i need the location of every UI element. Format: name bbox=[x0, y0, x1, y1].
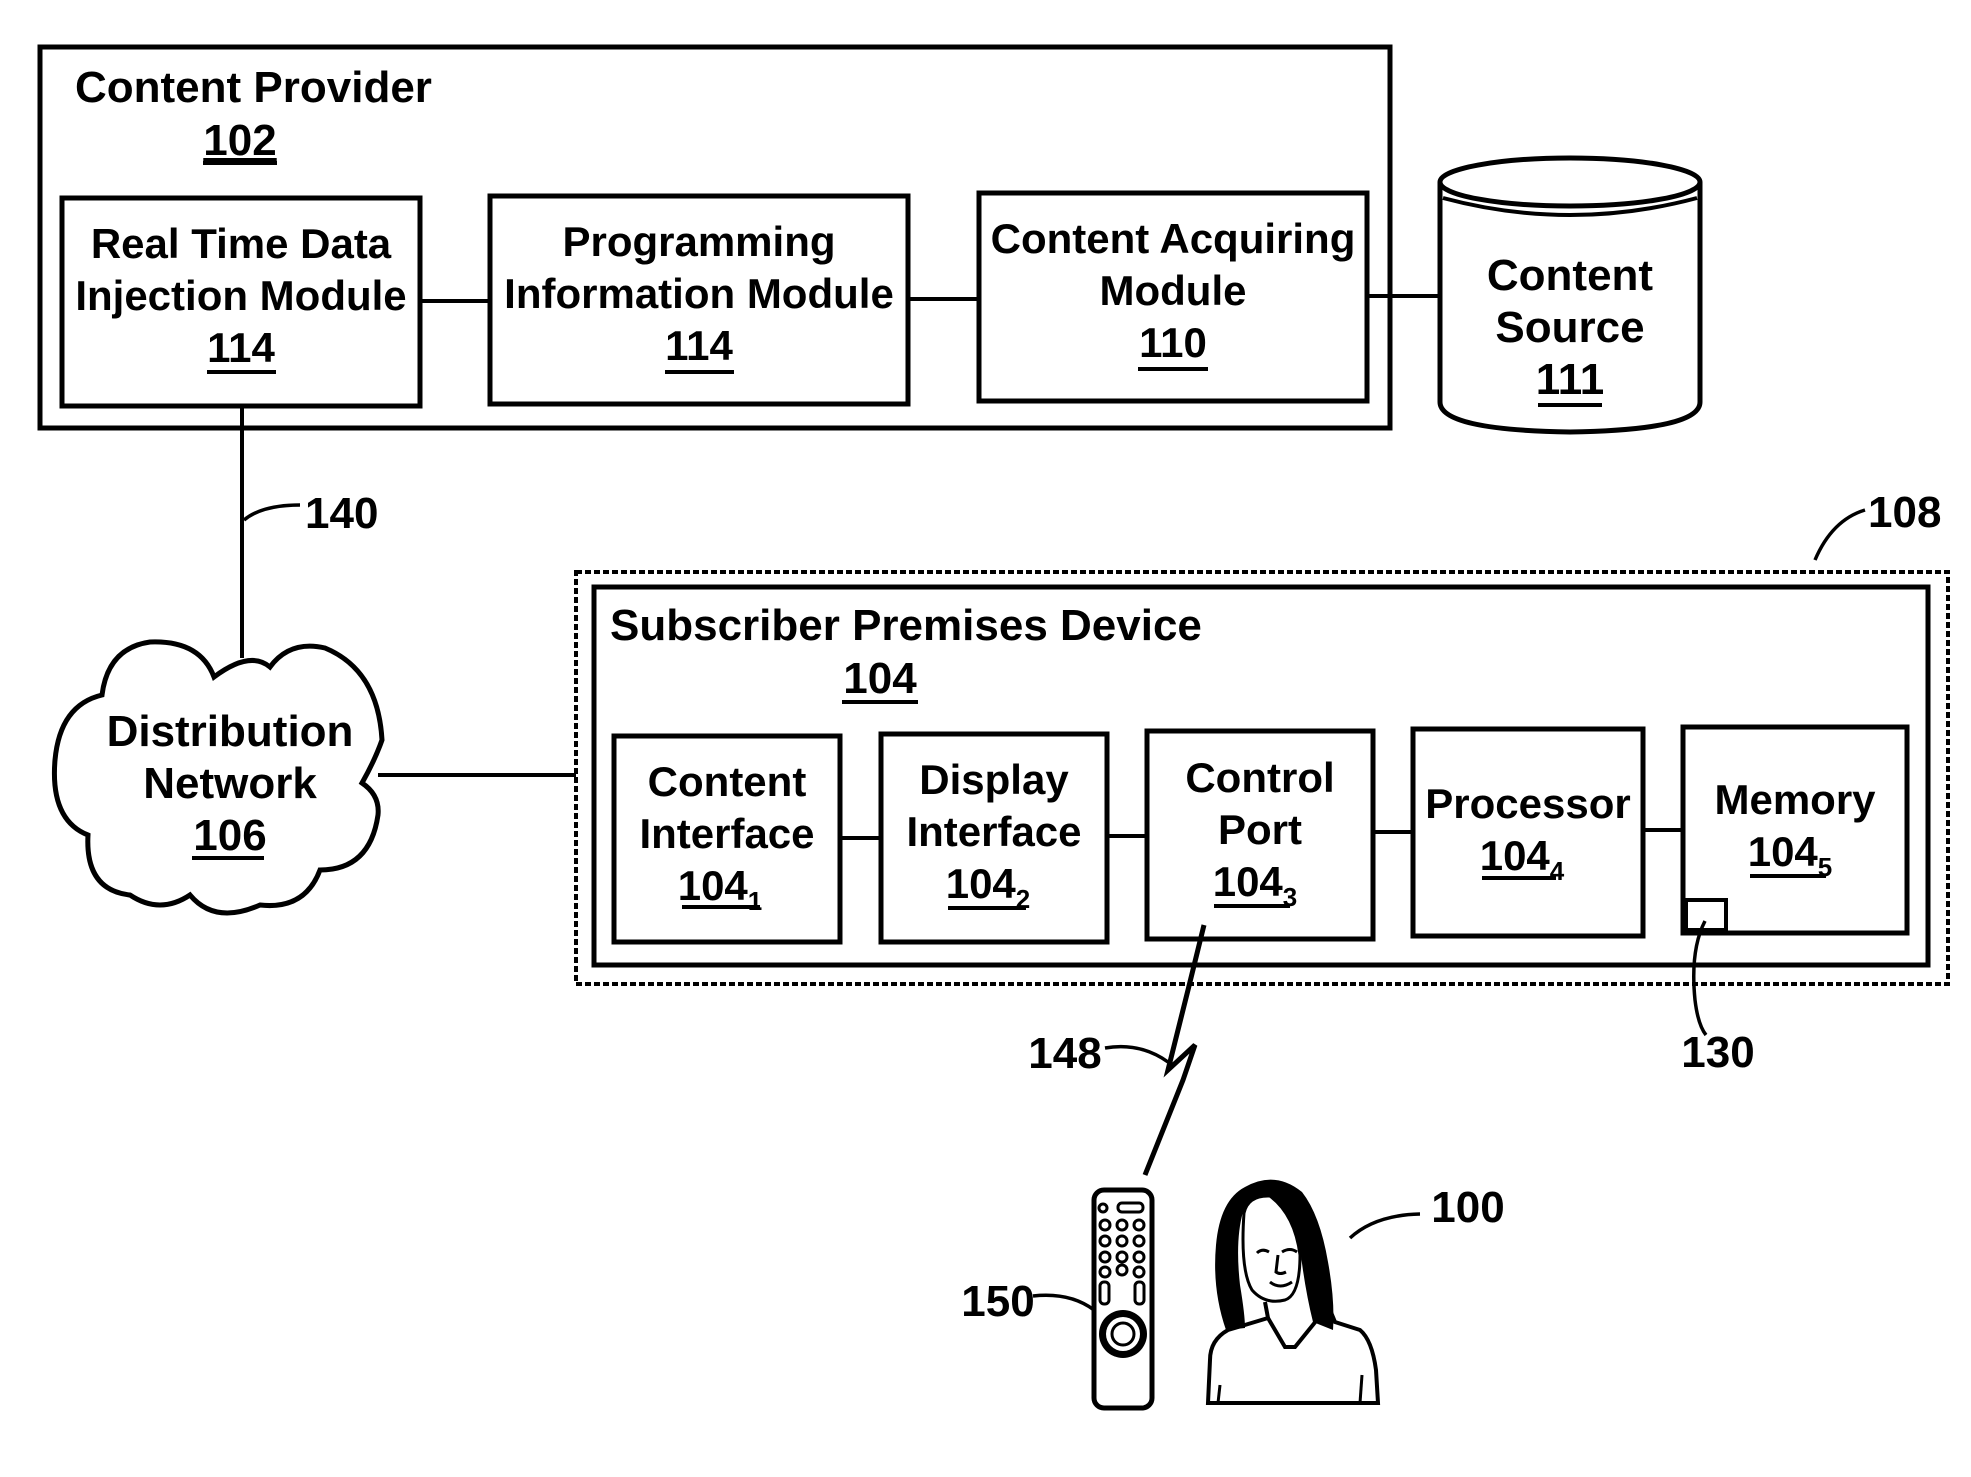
module-label-line2: Module bbox=[1100, 267, 1247, 314]
group-108-leader bbox=[1813, 508, 1866, 561]
content-source-label-line1: Content bbox=[1487, 251, 1654, 300]
component-label-line1: Processor bbox=[1425, 780, 1630, 827]
component-ref-number: 104 bbox=[946, 860, 1017, 907]
component-label-line1: Display bbox=[919, 756, 1069, 803]
subscriber-device-title: Subscriber Premises Device bbox=[610, 601, 1202, 650]
component-control-port: Control Port 1043 bbox=[1144, 728, 1376, 942]
component-label-line2: Interface bbox=[639, 810, 814, 857]
module-ref: 114 bbox=[207, 324, 275, 371]
person-arm-left bbox=[1216, 1384, 1222, 1404]
component-processor: Processor 1044 bbox=[1410, 726, 1646, 939]
user-100-ref: 100 bbox=[1431, 1183, 1504, 1232]
component-label-line1: Memory bbox=[1714, 776, 1876, 823]
content-provider-ref: 102 bbox=[203, 116, 276, 165]
component-ref-number: 104 bbox=[1748, 828, 1819, 875]
remote-control-icon bbox=[1091, 1187, 1155, 1411]
content-source-ref: 111 bbox=[1536, 355, 1605, 404]
component-ref-number: 104 bbox=[1213, 858, 1284, 905]
distribution-network-cloud: Distribution Network 106 bbox=[51, 639, 385, 916]
person-arm-right bbox=[1358, 1374, 1364, 1404]
user-100-leader bbox=[1348, 1212, 1421, 1240]
component-label-line1: Control bbox=[1185, 754, 1334, 801]
group-108-ref: 108 bbox=[1868, 488, 1941, 537]
module-ref: 114 bbox=[665, 322, 733, 369]
remote-150-leader bbox=[1032, 1293, 1096, 1312]
remote-ok-button bbox=[1110, 1321, 1136, 1347]
content-source-label-line2: Source bbox=[1495, 303, 1644, 352]
database-icon-top bbox=[1437, 155, 1703, 209]
component-ref-number: 104 bbox=[678, 862, 749, 909]
component-content-interface: Content Interface 1041 bbox=[611, 733, 843, 945]
memory-block-130 bbox=[1684, 898, 1728, 932]
module-label-line2: Injection Module bbox=[75, 272, 406, 319]
content-provider-title: Content Provider bbox=[75, 63, 432, 112]
wireless-148-ref: 148 bbox=[1028, 1029, 1101, 1078]
component-label-line1: Content bbox=[648, 758, 807, 805]
module-label-line1: Content Acquiring bbox=[991, 215, 1356, 262]
component-label-line2: Port bbox=[1218, 806, 1302, 853]
link-140-leader bbox=[242, 503, 301, 522]
component-ref-number: 104 bbox=[1480, 832, 1551, 879]
patent-diagram: Content Provider 102 Real Time Data Inje… bbox=[37, 44, 1950, 1411]
module-ref: 110 bbox=[1139, 319, 1207, 366]
module-programming-information: Programming Information Module 114 bbox=[487, 193, 911, 407]
cloud-label-line2: Network bbox=[143, 759, 317, 808]
component-label-line2: Interface bbox=[906, 808, 1081, 855]
memory-block-130-ref: 130 bbox=[1681, 1028, 1754, 1077]
subscriber-device-ref: 104 bbox=[843, 654, 917, 703]
module-label-line1: Real Time Data bbox=[91, 220, 392, 267]
content-source-database: Content Source 111 bbox=[1437, 155, 1703, 435]
module-content-acquiring: Content Acquiring Module 110 bbox=[976, 190, 1370, 404]
user-person-icon bbox=[1205, 1179, 1381, 1405]
link-140-ref: 140 bbox=[305, 489, 378, 538]
component-display-interface: Display Interface 1042 bbox=[878, 731, 1110, 945]
cloud-ref: 106 bbox=[193, 811, 266, 860]
component-memory: Memory 1045 bbox=[1680, 724, 1910, 936]
wireless-148-leader bbox=[1104, 1044, 1170, 1064]
module-label-line2: Information Module bbox=[504, 270, 894, 317]
module-label-line1: Programming bbox=[562, 218, 835, 265]
component-ref-subscript: 4 bbox=[1550, 856, 1565, 886]
cloud-label-line1: Distribution bbox=[107, 707, 354, 756]
remote-150-ref: 150 bbox=[961, 1277, 1034, 1326]
module-real-time-data-injection: Real Time Data Injection Module 114 bbox=[59, 195, 423, 409]
component-ref-subscript: 1 bbox=[748, 886, 762, 916]
